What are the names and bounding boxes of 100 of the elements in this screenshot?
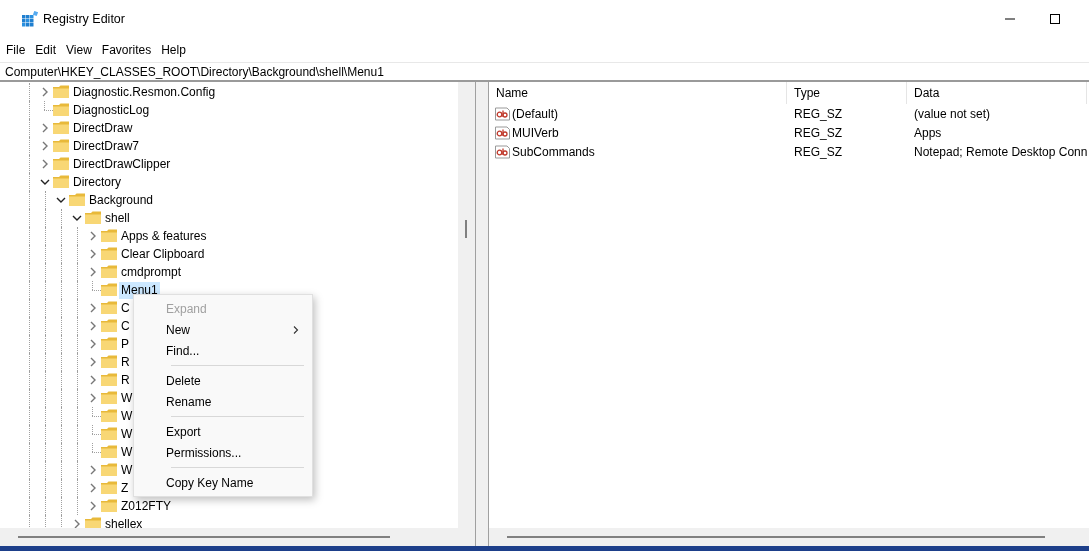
menu-item[interactable]: View [61,40,97,60]
folder-icon [101,265,117,279]
tree-item[interactable]: Background [87,191,156,209]
expand-chevron-icon[interactable] [88,465,98,475]
tree-item[interactable]: DirectDrawClipper [71,155,173,173]
table-cell-text: REG_SZ [793,105,843,123]
table-cell-text: REG_SZ [793,143,843,161]
tree-item[interactable]: DirectDraw7 [71,137,141,155]
horizontal-scrollbar[interactable] [489,528,1089,546]
tree-item[interactable]: W [119,461,135,479]
collapse-chevron-icon[interactable] [72,213,82,223]
expand-chevron-icon[interactable] [88,339,98,349]
folder-icon [101,427,117,441]
folder-icon [53,175,69,189]
value-name[interactable]: MUIVerb [512,123,559,142]
expand-chevron-icon[interactable] [88,267,98,277]
folder-icon [101,337,117,351]
value-name[interactable]: (Default) [512,104,558,123]
tree-item[interactable]: DirectDraw [71,119,135,137]
folder-icon [101,301,117,315]
scroll-thumb[interactable] [465,220,468,238]
folder-icon [101,247,117,261]
expand-chevron-icon[interactable] [40,123,50,133]
scroll-thumb[interactable] [507,536,1045,538]
folder-icon [101,409,117,423]
context-menu-item[interactable]: Rename [134,391,312,412]
column-header[interactable]: Data [907,82,1087,104]
table-cell-text: Notepad; Remote Desktop Conn [913,143,1088,161]
folder-icon [101,283,117,297]
menu-item[interactable]: Edit [30,40,62,60]
tree-item[interactable]: R [119,371,132,389]
expand-chevron-icon[interactable] [40,87,50,97]
pane-splitter[interactable] [476,82,489,546]
folder-icon [53,139,69,153]
folder-icon [101,319,117,333]
folder-icon [53,103,69,117]
column-header[interactable]: Name [489,82,787,104]
tree-item[interactable]: W [119,425,135,443]
folder-icon [53,85,69,99]
expand-chevron-icon[interactable] [88,231,98,241]
menu-item[interactable]: File [1,40,31,60]
registry-icon [22,11,38,27]
tree-item[interactable]: Apps & features [119,227,209,245]
expand-chevron-icon[interactable] [88,303,98,313]
context-menu-item[interactable]: New [134,319,312,340]
address-bar[interactable]: Computer\HKEY_CLASSES_ROOT\Directory\Background\shell\Menu1 [0,62,384,81]
table-cell-text: Apps [913,124,942,142]
context-menu-item[interactable]: Copy Key Name [134,472,312,493]
tree-item[interactable]: shell [103,209,132,227]
scroll-thumb[interactable] [18,536,390,538]
window-title: Registry Editor [43,10,125,28]
expand-chevron-icon[interactable] [88,375,98,385]
folder-icon [101,373,117,387]
tree-item[interactable]: DiagnosticLog [71,101,152,119]
folder-icon [53,157,69,171]
expand-chevron-icon[interactable] [88,249,98,259]
collapse-chevron-icon[interactable] [40,177,50,187]
folder-icon [101,463,117,477]
tree-item[interactable]: shellex [103,515,145,528]
menu-item[interactable]: Help [156,40,191,60]
expand-chevron-icon[interactable] [40,159,50,169]
folder-icon [53,121,69,135]
tree-item[interactable]: R [119,353,132,371]
tree-item[interactable]: P [119,335,131,353]
maximize-icon [1050,14,1060,24]
context-menu-item[interactable]: Permissions... [134,442,312,463]
folder-icon [101,445,117,459]
expand-chevron-icon[interactable] [88,483,98,493]
tree-item[interactable]: Diagnostic.Resmon.Config [71,83,218,101]
folder-icon [101,229,117,243]
folder-icon [101,391,117,405]
context-menu-item[interactable]: Delete [134,370,312,391]
value-name[interactable]: SubCommands [512,142,595,161]
folder-icon [85,211,101,225]
tree-item[interactable]: C [119,317,132,335]
table-cell-text: (value not set) [913,105,991,123]
folder-icon [101,355,117,369]
context-menu-item[interactable]: Find... [134,340,312,361]
expand-chevron-icon[interactable] [40,141,50,151]
expand-chevron-icon[interactable] [88,357,98,367]
tree-item[interactable]: W [119,443,135,461]
tree-item[interactable]: cmdprompt [119,263,184,281]
menu-item[interactable]: Favorites [96,40,157,60]
tree-item[interactable]: C [119,299,132,317]
collapse-chevron-icon[interactable] [56,195,66,205]
string-value-icon [495,106,510,121]
expand-chevron-icon[interactable] [88,393,98,403]
tree-item[interactable]: W [119,407,135,425]
folder-icon [69,193,85,207]
folder-icon [101,499,117,513]
expand-chevron-icon[interactable] [88,321,98,331]
tree-item[interactable]: Z [119,479,131,497]
column-header[interactable]: Type [787,82,907,104]
context-menu-item[interactable]: Export [134,421,312,442]
expand-chevron-icon[interactable] [88,501,98,511]
string-value-icon [495,144,510,159]
tree-item[interactable]: Z012FTY [119,497,173,515]
tree-item[interactable]: Directory [71,173,123,191]
tree-item[interactable]: Clear Clipboard [119,245,207,263]
tree-item[interactable]: W [119,389,135,407]
